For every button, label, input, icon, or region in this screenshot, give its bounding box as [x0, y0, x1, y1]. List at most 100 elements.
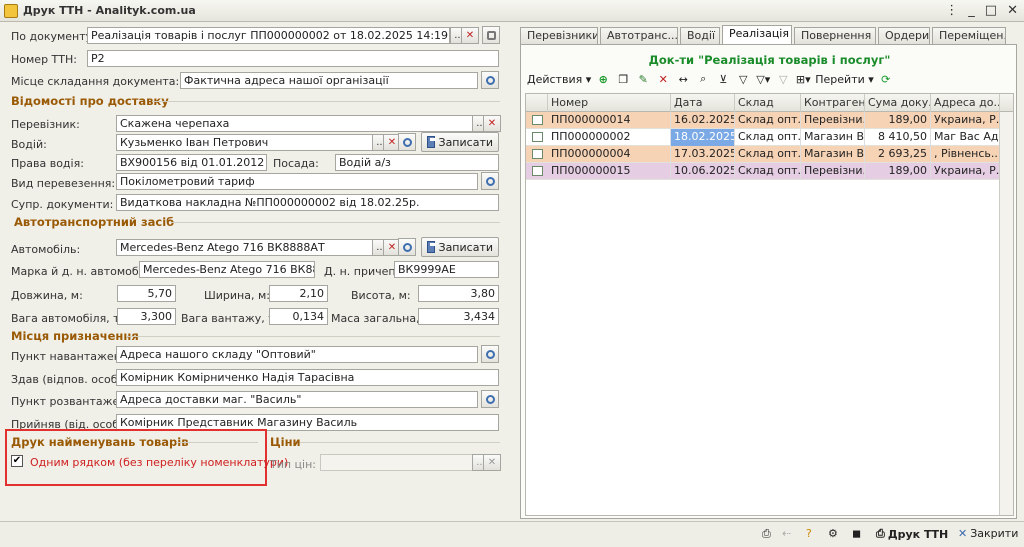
minimize-icon[interactable]: _ [968, 3, 975, 18]
tab-carriers[interactable]: Перевізники [520, 27, 598, 44]
transport-type-field[interactable]: Покілометровий тариф [116, 173, 478, 190]
table-row[interactable]: ПП00000000218.02.2025 ...Склад опт...Маг… [526, 129, 1000, 146]
save-icon [427, 241, 436, 253]
car-field[interactable]: Mercedes-Benz Atego 716 ВК8888АТ [116, 239, 373, 256]
clear-filter-icon[interactable]: ▽ [775, 71, 791, 87]
tab-sales[interactable]: Реалізація [722, 25, 792, 44]
license-field[interactable]: ВХ900156 від 01.01.2012 року [116, 154, 267, 171]
transport-type-select-icon[interactable] [481, 172, 499, 190]
doc-field[interactable]: Реалізація товарів і послуг ПП000000002 … [87, 27, 450, 44]
goto-menu[interactable]: Перейти ▾ [815, 73, 874, 86]
post-icon[interactable]: ↔ [675, 71, 691, 87]
trailer-field[interactable]: ВК9999АЕ [394, 261, 499, 278]
print-ttn-button[interactable]: ⎙ Друк ТТН [876, 527, 948, 541]
cell-date: 17.03.2025 ... [671, 146, 735, 163]
one-line-checkbox[interactable]: ✔ [11, 455, 23, 467]
grid-scrollbar[interactable] [999, 112, 1013, 515]
place-select-icon[interactable] [481, 71, 499, 89]
filter-dropdown-icon[interactable]: ▽▾ [755, 71, 771, 87]
column-date[interactable]: Дата [671, 94, 735, 112]
tab-orders[interactable]: Ордери [878, 27, 930, 44]
ttn-label: Номер ТТН: [11, 53, 77, 66]
add-icon[interactable]: ⊕ [595, 71, 611, 87]
cell-date: 10.06.2025 ... [671, 163, 735, 180]
position-field[interactable]: Водій а/з [335, 154, 499, 171]
width-field[interactable]: 2,10 [269, 285, 328, 302]
transport-type-label: Вид перевезення: [11, 177, 116, 190]
settings-icon[interactable]: ⚙ [828, 527, 838, 540]
driver-open-icon[interactable] [398, 133, 416, 151]
table-row[interactable]: ПП00000001510.06.2025 ...Склад опт...Пер… [526, 163, 1000, 180]
car-save-button[interactable]: Записати [421, 237, 499, 257]
load-point-field[interactable]: Адреса нашого складу "Оптовий" [116, 346, 478, 363]
copy-icon[interactable]: ❐ [615, 71, 631, 87]
load-point-select-icon[interactable] [481, 345, 499, 363]
accomp-docs-field[interactable]: Видаткова накладна №ПП000000002 від 18.0… [116, 194, 499, 211]
cell-sum: 189,00 [865, 163, 931, 180]
cell-address: Украина, Р... [931, 163, 1000, 180]
handed-field[interactable]: Комірник Комірниченко Надія Тарасівна [116, 369, 499, 386]
cargo-weight-field[interactable]: 0,134 [269, 308, 328, 325]
vehicle-section-title: Автотранспортний засіб [14, 215, 175, 229]
help-icon[interactable]: ? [806, 527, 812, 540]
delete-icon[interactable]: ✕ [655, 71, 671, 87]
window-titlebar: Друк ТТН - Analityk.com.ua ⋮ _ □ ✕ [0, 0, 1024, 22]
height-field[interactable]: 3,80 [418, 285, 499, 302]
more-icon[interactable]: ⋮ [945, 3, 958, 18]
tab-vehicles[interactable]: Автотранс... [600, 27, 678, 44]
total-weight-field[interactable]: 3,434 [418, 308, 499, 325]
sales-heading: Док-ти "Реалізація товарів і послуг" [648, 53, 891, 67]
table-row[interactable]: ПП00000000417.03.2025 ...Склад опт...Маг… [526, 146, 1000, 163]
maximize-icon[interactable]: □ [985, 3, 997, 18]
sb-icon-1[interactable]: ⎙ [762, 527, 771, 541]
column-address[interactable]: Адреса до... [931, 94, 1000, 112]
delivery-section-title: Відомості про доставку [11, 94, 169, 108]
doc-clear-button[interactable]: ✕ [461, 27, 479, 44]
close-button[interactable]: ✕ Закрити [958, 527, 1018, 540]
tab-drivers[interactable]: Водії [680, 27, 720, 44]
cell-address: Украина, Р... [931, 112, 1000, 129]
delivery-divider [152, 101, 500, 102]
actions-menu[interactable]: Действия ▾ [527, 73, 591, 86]
table-row[interactable]: ПП00000001416.02.2025 ...Склад опт...Пер… [526, 112, 1000, 129]
refresh-icon[interactable]: ⟳ [878, 71, 894, 87]
driver-field[interactable]: Кузьменко Іван Петрович [116, 134, 373, 151]
open-doc-icon[interactable] [482, 26, 500, 44]
destination-divider [126, 336, 500, 337]
column-warehouse[interactable]: Склад [735, 94, 801, 112]
unload-point-select-icon[interactable] [481, 390, 499, 408]
close-x-icon: ✕ [958, 527, 968, 540]
car-open-icon[interactable] [398, 238, 416, 256]
price-type-clear-button[interactable]: ✕ [483, 454, 501, 471]
column-contractor[interactable]: Контрагент [801, 94, 865, 112]
search-icon[interactable]: ⌕ [695, 71, 711, 87]
length-field[interactable]: 5,70 [117, 285, 176, 302]
cell-address: Маг Вас Ад... [931, 129, 1000, 146]
cargo-weight-label: Вага вантажу, т [181, 312, 275, 325]
place-field[interactable]: Фактична адреса нашої організації [180, 72, 478, 89]
unload-point-field[interactable]: Адреса доставки маг. "Василь" [116, 391, 478, 408]
sb-icon-2[interactable]: ⇠ [782, 527, 791, 540]
make-field[interactable]: Mercedes-Benz Atego 716 ВК8888АТ [139, 261, 315, 278]
logo-icon: ◼ [852, 527, 862, 540]
price-type-field[interactable] [320, 454, 486, 471]
tab-transfers[interactable]: Переміщен... [932, 27, 1006, 44]
carrier-clear-button[interactable]: ✕ [483, 115, 501, 132]
structure-icon[interactable]: ⊞▾ [795, 71, 811, 87]
cell-warehouse: Склад опт... [735, 163, 801, 180]
filter-icon[interactable]: ⊻ [715, 71, 731, 87]
price-type-label: Тип цін: [270, 458, 316, 471]
column-number[interactable]: Номер [548, 94, 671, 112]
tab-returns[interactable]: Повернення [794, 27, 876, 44]
column-sum[interactable]: Сума доку... [865, 94, 931, 112]
filter-list-icon[interactable]: ▽ [735, 71, 751, 87]
ttn-field[interactable]: Р2 [87, 50, 499, 67]
driver-save-button[interactable]: Записати [421, 132, 499, 152]
carrier-field[interactable]: Скажена черепаха [116, 115, 473, 132]
car-label: Автомобіль: [11, 243, 81, 256]
edit-icon[interactable]: ✎ [635, 71, 651, 87]
save-icon [427, 136, 436, 148]
prices-divider [300, 442, 500, 443]
close-icon[interactable]: ✕ [1007, 3, 1018, 18]
car-weight-field[interactable]: 3,300 [117, 308, 176, 325]
